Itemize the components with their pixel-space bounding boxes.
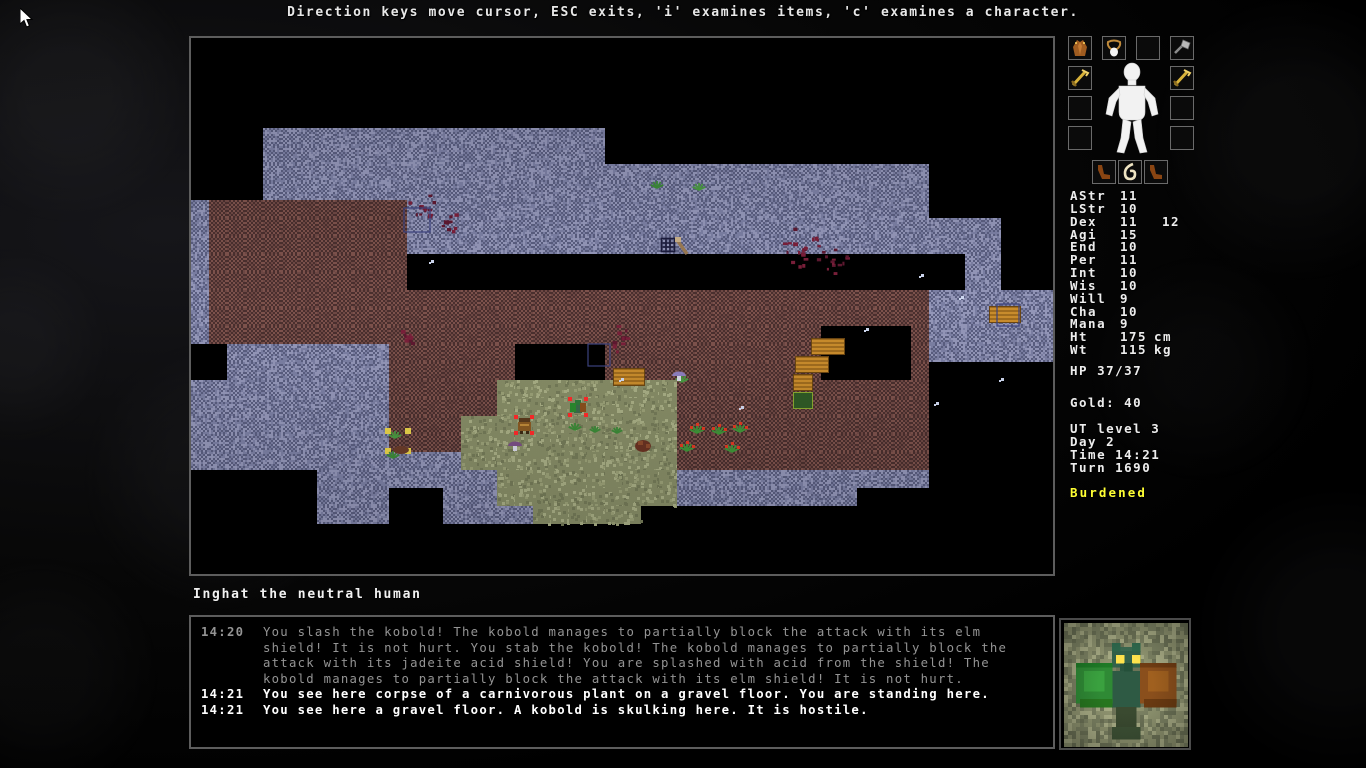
log-entry: 14:20 You slash the kobold! The kobold ma… <box>201 625 1043 687</box>
stat-extra: 12 <box>1162 213 1181 229</box>
right-ring-slot[interactable] <box>1170 96 1194 120</box>
hp-readout: HP 37/37 <box>1070 363 1143 378</box>
status-badge-burdened: Burdened <box>1070 485 1148 500</box>
stat-value: 115 <box>1120 342 1148 358</box>
right-misc-slot[interactable] <box>1170 126 1194 150</box>
stat-unit: kg <box>1154 342 1173 358</box>
stat-row-int: Int 10 <box>1070 265 1260 280</box>
map-tile-canvas[interactable] <box>191 38 1053 574</box>
left-misc-slot[interactable] <box>1068 126 1092 150</box>
right-hand-slot[interactable] <box>1170 66 1194 90</box>
log-text: You see here a gravel floor. A kobold is… <box>263 702 869 717</box>
instruction-hint-bar: Direction keys move cursor, ESC exits, '… <box>287 5 1079 20</box>
equipment-paperdoll[interactable] <box>1068 36 1196 184</box>
weapon-tool-slot[interactable] <box>1170 36 1194 60</box>
log-timestamp: 14:21 <box>201 687 245 702</box>
stat-row-astr: AStr 11 <box>1070 188 1260 203</box>
amulet-slot[interactable] <box>1102 36 1126 60</box>
log-timestamp: 14:21 <box>201 702 245 717</box>
attribute-stats-list: AStr 11 LStr 10 Dex 11 12 Agi 15 End 10 Per 11 Int 10 W… <box>1070 188 1260 358</box>
stat-row-end: End 10 <box>1070 239 1260 254</box>
left-ring-slot[interactable] <box>1068 96 1092 120</box>
character-title: Inghat the neutral human <box>193 587 422 602</box>
log-timestamp: 14:20 <box>201 625 245 639</box>
monster-portrait[interactable] <box>1059 618 1191 750</box>
clock-time: Time 14:21 <box>1070 446 1161 462</box>
location-readout: UT level 3 Day 2 Time 14:21 Turn 1690 <box>1070 421 1161 475</box>
stat-row-dex: Dex 11 12 <box>1070 213 1260 229</box>
cloak-slot[interactable] <box>1068 36 1092 60</box>
log-text: You slash the kobold! The kobold manages… <box>263 625 1008 686</box>
stat-key: Wt <box>1070 342 1089 358</box>
stat-row-per: Per 11 <box>1070 252 1260 267</box>
log-entry: 14:21 You see here a gravel floor. A kobo… <box>201 703 1043 719</box>
stat-row-wis: Wis 10 <box>1070 278 1260 293</box>
center-item-slot[interactable] <box>1118 160 1142 184</box>
stat-row-wt: Wt 115 kg <box>1070 342 1260 358</box>
right-boot-slot[interactable] <box>1144 160 1168 184</box>
log-text: You see here corpse of a carnivorous pla… <box>263 687 990 702</box>
turn-counter: Turn 1690 <box>1070 459 1152 475</box>
stat-row-ht: Ht 175 cm <box>1070 329 1260 344</box>
head-slot[interactable] <box>1136 36 1160 60</box>
left-hand-slot[interactable] <box>1068 66 1092 90</box>
character-doll-figure <box>1104 62 1160 154</box>
message-log[interactable]: 14:20 You slash the kobold! The kobold ma… <box>189 615 1055 749</box>
left-boot-slot[interactable] <box>1092 160 1116 184</box>
stat-row-lstr: LStr 10 <box>1070 201 1260 216</box>
stat-row-will: Will 9 <box>1070 291 1260 306</box>
map-viewport[interactable] <box>189 36 1055 576</box>
stat-row-cha: Cha 10 <box>1070 304 1260 319</box>
log-entry: 14:21 You see here corpse of a carnivorou… <box>201 687 1043 703</box>
stat-row-mana: Mana 9 <box>1070 316 1260 331</box>
gold-readout: Gold: 40 <box>1070 395 1143 410</box>
dungeon-level: UT level 3 <box>1070 421 1161 436</box>
